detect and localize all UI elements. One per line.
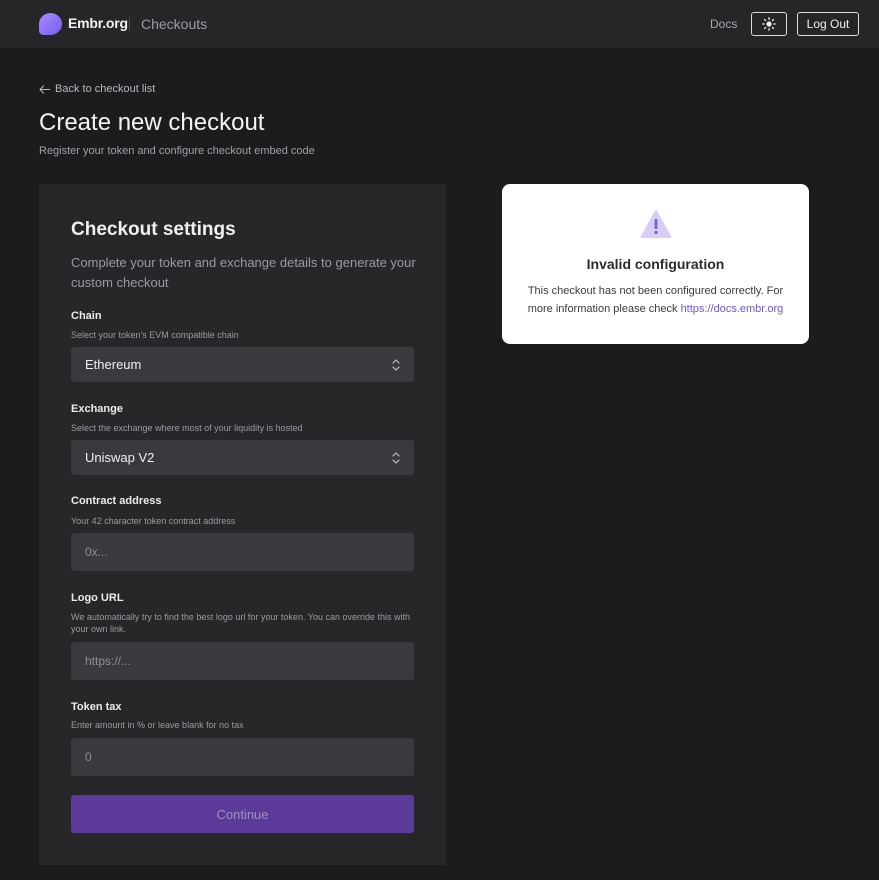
exchange-value: Uniswap V2 — [85, 450, 155, 465]
notice-text: This checkout has not been configured co… — [520, 282, 791, 318]
top-bar: Embr.org Checkouts Docs Log Out — [0, 0, 879, 48]
logout-button[interactable]: Log Out — [797, 12, 859, 36]
checkout-settings-panel: Checkout settings Complete your token an… — [39, 184, 446, 865]
chain-select[interactable]: Ethereum — [71, 347, 414, 382]
exchange-label: Exchange — [71, 403, 123, 415]
chevron-updown-icon — [392, 358, 400, 371]
logo-url-placeholder: https://... — [85, 654, 132, 668]
exchange-help: Select the exchange where most of your l… — [71, 423, 303, 433]
docs-url-link[interactable]: https://docs.embr.org — [681, 303, 784, 315]
back-to-list-link[interactable]: Back to checkout list — [39, 83, 155, 95]
settings-description: Complete your token and exchange details… — [71, 255, 416, 290]
chevron-updown-icon — [392, 451, 400, 464]
arrow-left-icon — [39, 84, 50, 94]
contract-help: Your 42 character token contract address — [71, 516, 236, 526]
logo-url-input[interactable]: https://... — [71, 642, 414, 680]
warning-icon — [640, 210, 672, 238]
exchange-select[interactable]: Uniswap V2 — [71, 440, 414, 475]
token-tax-input[interactable]: 0 — [71, 738, 414, 776]
sun-icon — [762, 17, 776, 31]
chain-value: Ethereum — [85, 357, 142, 372]
back-link-label: Back to checkout list — [55, 83, 156, 95]
nav-checkouts[interactable]: Checkouts — [141, 16, 207, 32]
contract-placeholder: 0x... — [85, 545, 108, 559]
settings-title: Checkout settings — [71, 219, 236, 240]
contract-label: Contract address — [71, 495, 162, 507]
contract-address-input[interactable]: 0x... — [71, 533, 414, 571]
invalid-config-notice: Invalid configuration This checkout has … — [502, 184, 809, 344]
notice-title: Invalid configuration — [586, 256, 725, 272]
brand-name[interactable]: Embr.org — [68, 15, 128, 31]
logo-url-label: Logo URL — [71, 592, 124, 604]
theme-toggle-button[interactable] — [751, 12, 787, 36]
page-title: Create new checkout — [39, 109, 265, 136]
chain-help: Select your token's EVM compatible chain — [71, 330, 239, 340]
logo-url-help: We automatically try to find the best lo… — [71, 612, 411, 634]
continue-button[interactable]: Continue — [71, 795, 414, 833]
token-tax-placeholder: 0 — [85, 750, 92, 764]
brand-divider — [129, 17, 130, 31]
chain-label: Chain — [71, 310, 102, 322]
token-tax-label: Token tax — [71, 701, 122, 713]
docs-link[interactable]: Docs — [710, 17, 737, 31]
token-tax-help: Enter amount in % or leave blank for no … — [71, 720, 244, 730]
brand-logo-icon[interactable] — [39, 13, 62, 35]
page-subtitle: Register your token and configure checko… — [39, 145, 315, 157]
